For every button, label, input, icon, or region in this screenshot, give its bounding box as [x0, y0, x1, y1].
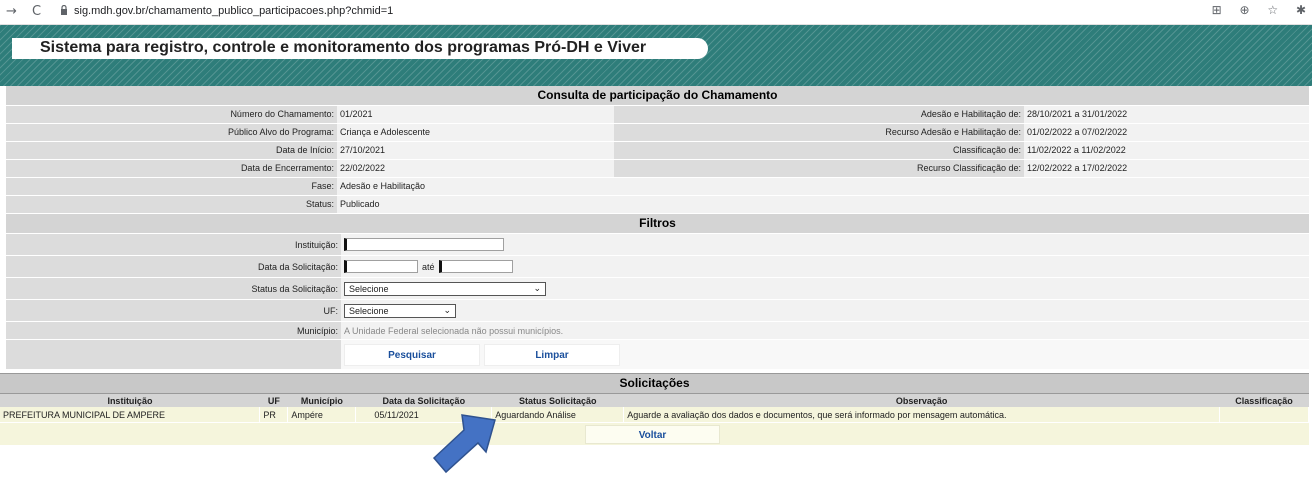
star-icon[interactable]: ☆: [1267, 3, 1278, 17]
limpar-button[interactable]: Limpar: [484, 343, 620, 366]
info-row: Público Alvo do Programa: Criança e Adol…: [6, 124, 1309, 142]
data-ate-input[interactable]: [438, 260, 513, 273]
reload-icon[interactable]: C: [32, 4, 41, 19]
chevron-down-icon: ⌄: [443, 305, 451, 316]
col-status[interactable]: Status Solicitação: [491, 394, 624, 407]
adesao-value: 28/10/2021 a 31/01/2022: [1024, 106, 1309, 123]
recurso-classificacao-value: 12/02/2022 a 17/02/2022: [1024, 160, 1309, 177]
page-title: Sistema para registro, controle e monito…: [40, 39, 647, 56]
publico-label: Público Alvo do Programa:: [6, 124, 337, 141]
status-select-value: Selecione: [349, 283, 389, 294]
info-row: Status: Publicado: [6, 196, 1309, 214]
municipio-label: Município:: [6, 322, 341, 339]
extension-icon[interactable]: ✱: [1296, 3, 1306, 17]
browser-toolbar: → C sig.mdh.gov.br/chamamento_publico_pa…: [0, 0, 1312, 25]
col-municipio[interactable]: Município: [287, 394, 356, 407]
numero-value: 01/2021: [337, 106, 614, 123]
uf-select[interactable]: Selecione ⌄: [344, 303, 456, 318]
filter-row-municipio: Município: A Unidade Federal selecionada…: [6, 322, 1309, 340]
col-uf[interactable]: UF: [259, 394, 288, 407]
uf-label: UF:: [6, 300, 341, 321]
back-icon[interactable]: →: [6, 4, 17, 19]
col-observacao[interactable]: Observação: [623, 394, 1220, 407]
status-value: Publicado: [337, 196, 1309, 213]
inicio-value: 27/10/2021: [337, 142, 614, 159]
qr-icon[interactable]: ⊞: [1212, 3, 1222, 17]
cell-uf: PR: [259, 407, 289, 422]
classificacao-label: Classificação de:: [614, 142, 1024, 159]
info-row: Data de Encerramento: 22/02/2022 Recurso…: [6, 160, 1309, 178]
municipio-message: A Unidade Federal selecionada não possui…: [341, 322, 1309, 339]
encerramento-label: Data de Encerramento:: [6, 160, 337, 177]
table-row[interactable]: PREFEITURA MUNICIPAL DE AMPERE PR Ampére…: [0, 407, 1309, 422]
header-banner: Sistema para registro, controle e monito…: [0, 25, 1312, 86]
col-classificacao[interactable]: Classificação: [1219, 394, 1309, 407]
zoom-icon[interactable]: ⊕: [1239, 3, 1249, 17]
filter-row-buttons: Pesquisar Limpar: [6, 340, 1309, 370]
cell-municipio: Ampére: [287, 407, 357, 422]
solicitacoes-header: Solicitações: [0, 373, 1309, 394]
recurso-adesao-value: 01/02/2022 a 07/02/2022: [1024, 124, 1309, 141]
filter-row-status: Status da Solicitação: Selecione ⌄: [6, 278, 1309, 300]
fase-label: Fase:: [6, 178, 337, 195]
fase-value: Adesão e Habilitação: [337, 178, 1309, 195]
cell-classificacao: [1219, 407, 1309, 422]
instituicao-input[interactable]: [344, 238, 504, 251]
filtros-header: Filtros: [6, 214, 1309, 234]
solicitacoes-table: Instituição UF Município Data da Solicit…: [0, 394, 1309, 422]
info-row: Fase: Adesão e Habilitação: [6, 178, 1309, 196]
col-data[interactable]: Data da Solicitação: [355, 394, 492, 407]
info-row: Número do Chamamento: 01/2021 Adesão e H…: [6, 106, 1309, 124]
inicio-label: Data de Início:: [6, 142, 337, 159]
address-bar[interactable]: sig.mdh.gov.br/chamamento_publico_partic…: [74, 5, 393, 17]
status-select[interactable]: Selecione ⌄: [344, 281, 546, 296]
adesao-label: Adesão e Habilitação de:: [614, 106, 1024, 123]
instituicao-label: Instituição:: [6, 234, 341, 255]
info-row: Data de Início: 27/10/2021 Classificação…: [6, 142, 1309, 160]
ate-label: até: [422, 261, 435, 272]
data-de-input[interactable]: [344, 260, 418, 273]
browser-actions: ⊞ ⊕ ☆ ✱: [1198, 3, 1306, 17]
annotation-arrow-icon: [432, 414, 496, 474]
cell-instituicao: PREFEITURA MUNICIPAL DE AMPERE: [0, 407, 261, 422]
solicitacoes-section: Solicitações Instituição UF Município Da…: [0, 373, 1309, 445]
cell-status: Aguardando Análise: [491, 407, 625, 422]
recurso-adesao-label: Recurso Adesão e Habilitação de:: [614, 124, 1024, 141]
pesquisar-button[interactable]: Pesquisar: [344, 343, 480, 366]
filter-row-instituicao: Instituição:: [6, 234, 1309, 256]
chevron-down-icon: ⌄: [533, 283, 541, 294]
uf-select-value: Selecione: [349, 305, 389, 316]
data-label: Data da Solicitação:: [6, 256, 341, 277]
lock-icon: [61, 5, 67, 15]
voltar-button[interactable]: Voltar: [585, 425, 720, 444]
encerramento-value: 22/02/2022: [337, 160, 614, 177]
main-panel: Consulta de participação do Chamamento N…: [6, 86, 1309, 370]
consulta-header: Consulta de participação do Chamamento: [6, 86, 1309, 106]
status-label: Status:: [6, 196, 337, 213]
classificacao-value: 11/02/2022 a 11/02/2022: [1024, 142, 1309, 159]
solicitacoes-footer: Voltar: [0, 423, 1309, 445]
publico-value: Criança e Adolescente: [337, 124, 614, 141]
cell-observacao: Aguarde a avaliação dos dados e document…: [623, 407, 1220, 422]
filter-row-data: Data da Solicitação: até: [6, 256, 1309, 278]
filter-row-uf: UF: Selecione ⌄: [6, 300, 1309, 322]
numero-label: Número do Chamamento:: [6, 106, 337, 123]
status-solicitacao-label: Status da Solicitação:: [6, 278, 341, 299]
col-instituicao[interactable]: Instituição: [0, 394, 260, 407]
recurso-classificacao-label: Recurso Classificação de:: [614, 160, 1024, 177]
